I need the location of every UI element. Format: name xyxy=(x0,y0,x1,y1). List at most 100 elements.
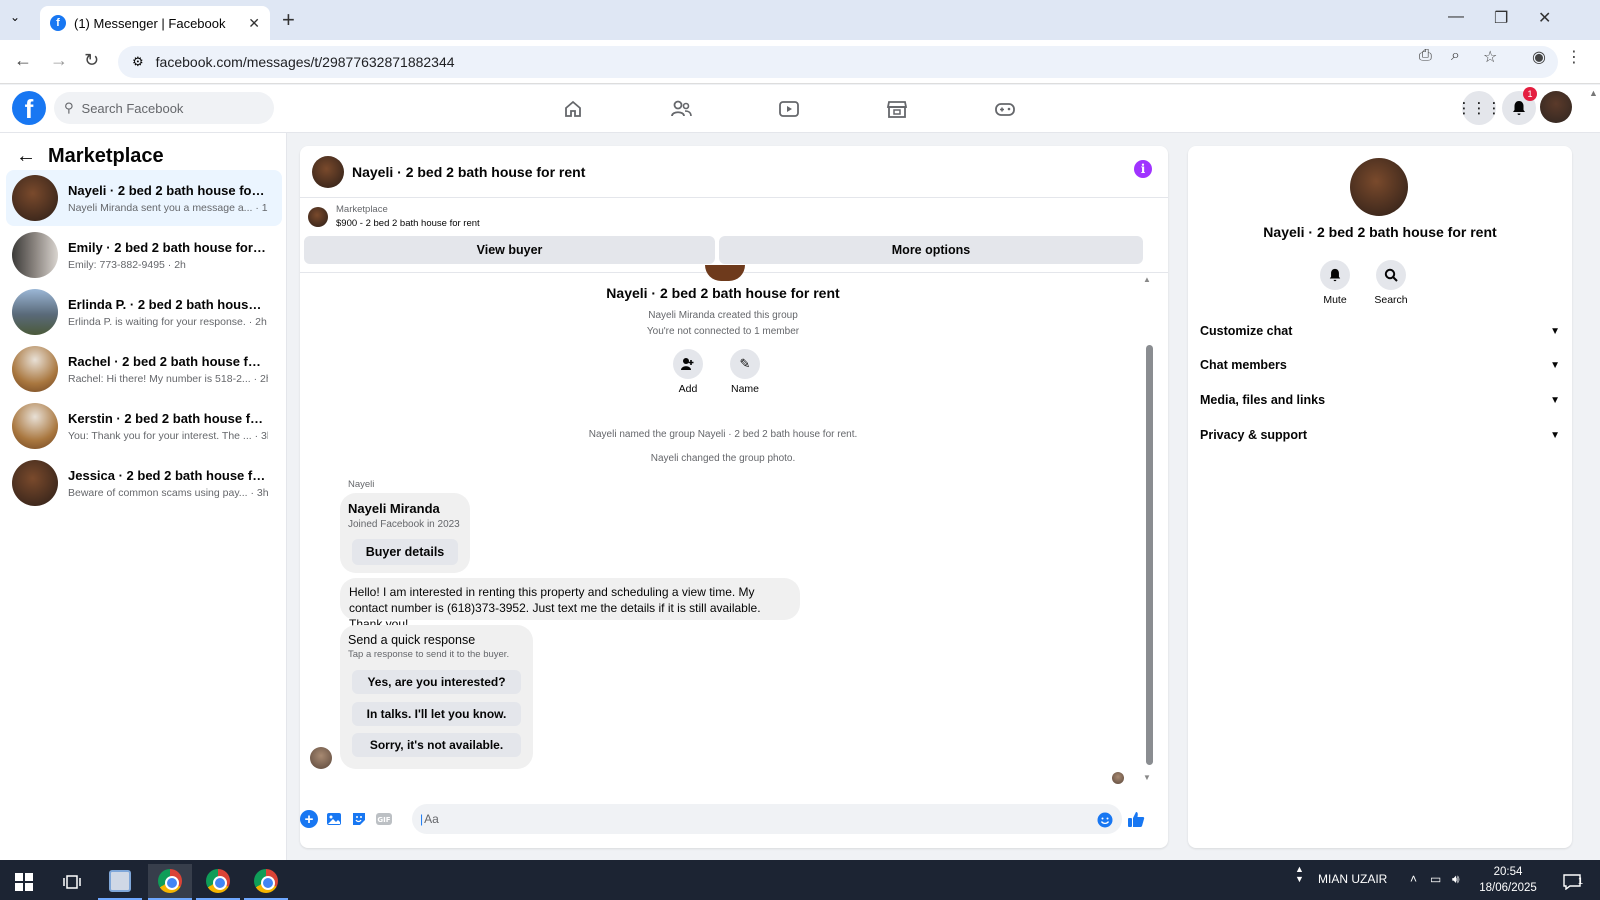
reload-icon[interactable]: ↻ xyxy=(84,50,99,71)
quick-response-yes-button[interactable]: Yes, are you interested? xyxy=(352,670,521,694)
taskbar-scroll-icon[interactable]: ▲ ▼ xyxy=(1295,864,1304,884)
new-tab-icon[interactable]: + xyxy=(282,7,295,33)
add-person-icon[interactable] xyxy=(673,349,703,379)
action-center-icon[interactable]: 1 xyxy=(1550,864,1594,900)
search-in-chat-icon[interactable] xyxy=(1376,260,1406,290)
action-center-count: 1 xyxy=(1578,876,1584,886)
quick-response-sorry-button[interactable]: Sorry, it's not available. xyxy=(352,733,521,757)
view-buyer-button[interactable]: View buyer xyxy=(304,236,715,264)
clock-time: 20:54 xyxy=(1493,866,1523,878)
message-input[interactable]: | Aa xyxy=(412,804,1122,834)
conversation-item-kerstin[interactable]: Kerstin · 2 bed 2 bath house for rent You… xyxy=(6,398,282,454)
scroll-up-icon[interactable]: ▲ xyxy=(1143,275,1151,284)
chrome-taskbar-icon[interactable] xyxy=(196,864,240,900)
thread-scrollbar[interactable]: ▲ ▼ xyxy=(1143,273,1155,793)
task-view-icon[interactable] xyxy=(50,864,94,900)
gif-icon[interactable]: GIF xyxy=(375,810,393,828)
conversation-item-erlinda[interactable]: Erlinda P. · 2 bed 2 bath house for ... E… xyxy=(6,284,282,340)
chat-title[interactable]: Nayeli · 2 bed 2 bath house for rent xyxy=(352,164,585,180)
sticker-icon[interactable] xyxy=(350,810,368,828)
gaming-icon[interactable] xyxy=(990,95,1020,123)
scrollbar-thumb[interactable] xyxy=(1146,345,1153,765)
bookmark-star-icon[interactable]: ☆ xyxy=(1483,47,1497,67)
seen-receipt-avatar xyxy=(1112,772,1124,784)
conversation-item-emily[interactable]: Emily · 2 bed 2 bath house for rent Emily… xyxy=(6,227,282,283)
page-scrollbar[interactable]: ▲ xyxy=(1587,88,1600,848)
emoji-icon[interactable] xyxy=(1096,811,1114,829)
windows-taskbar: ▲ ▼ MIAN UZAIR ˄ ▭ 🔊︎ 20:54 18/06/2025 1 xyxy=(0,860,1600,900)
thumbs-up-icon[interactable] xyxy=(1126,809,1146,829)
conversation-name: Erlinda P. · 2 bed 2 bath house for ... xyxy=(68,296,268,312)
edit-name-pencil-icon[interactable]: ✎ xyxy=(730,349,760,379)
buyer-profile-card: Nayeli Miranda Joined Facebook in 2023 B… xyxy=(340,493,470,573)
media-files-links-row[interactable]: Media, files and links ▼ xyxy=(1200,385,1560,415)
sidebar-title: Marketplace xyxy=(48,145,164,167)
close-window-icon[interactable]: ✕ xyxy=(1538,8,1551,28)
close-tab-icon[interactable]: ✕ xyxy=(248,15,260,32)
privacy-support-row[interactable]: Privacy & support ▼ xyxy=(1200,420,1560,450)
profile-icon[interactable]: ◉ xyxy=(1532,47,1546,67)
taskbar-clock[interactable]: 20:54 18/06/2025 xyxy=(1478,864,1538,896)
network-icon[interactable]: ▭ xyxy=(1430,872,1441,886)
forward-icon[interactable]: → xyxy=(50,50,68,71)
conversation-name: Nayeli · 2 bed 2 bath house for rent xyxy=(68,182,268,198)
back-arrow-icon[interactable]: ← xyxy=(16,145,36,168)
restore-icon[interactable]: ❐ xyxy=(1494,8,1508,28)
listing-summary[interactable]: Marketplace $900 - 2 bed 2 bath house fo… xyxy=(308,204,480,229)
account-avatar[interactable] xyxy=(1540,91,1572,123)
tab-search-icon[interactable]: ⌄ xyxy=(10,10,20,24)
photo-gallery-icon[interactable] xyxy=(325,810,343,828)
clock-date: 18/06/2025 xyxy=(1479,882,1537,894)
conversation-avatar xyxy=(12,232,58,278)
conversation-avatar xyxy=(12,346,58,392)
browser-tab-messenger[interactable]: f (1) Messenger | Facebook ✕ xyxy=(40,6,270,40)
back-icon[interactable]: ← xyxy=(14,50,32,71)
conversation-item-jessica[interactable]: Jessica · 2 bed 2 bath house for rent Bew… xyxy=(6,455,282,511)
site-settings-icon[interactable]: ⚙ xyxy=(132,54,144,70)
windows-start-icon[interactable] xyxy=(2,864,46,900)
conversation-item-rachel[interactable]: Rachel · 2 bed 2 bath house for rent Rach… xyxy=(6,341,282,397)
conversation-avatar xyxy=(12,460,58,506)
conversation-preview: Nayeli Miranda sent you a message a... ·… xyxy=(68,201,268,214)
customize-chat-row[interactable]: Customize chat ▼ xyxy=(1200,316,1560,346)
notification-count-badge: 1 xyxy=(1523,87,1537,101)
volume-icon[interactable]: 🔊︎ xyxy=(1452,872,1460,887)
plus-circle-icon[interactable]: + xyxy=(300,810,318,828)
facebook-search-input[interactable]: ⚲ Search Facebook xyxy=(54,92,274,124)
show-hidden-icons-icon[interactable]: ˄ xyxy=(1410,872,1417,886)
chevron-down-icon: ▼ xyxy=(1550,394,1560,406)
scroll-down-icon[interactable]: ▼ xyxy=(1143,773,1151,782)
home-icon[interactable] xyxy=(558,95,588,123)
url-bar[interactable]: ⚙ facebook.com/messages/t/29877632871882… xyxy=(118,46,1558,78)
friends-icon[interactable] xyxy=(666,95,696,123)
chrome-menu-icon[interactable]: ⋮ xyxy=(1566,47,1582,67)
mute-bell-icon[interactable] xyxy=(1320,260,1350,290)
chrome-taskbar-icon[interactable] xyxy=(148,864,192,900)
buyer-details-button[interactable]: Buyer details xyxy=(352,539,458,565)
svg-text:GIF: GIF xyxy=(377,816,390,824)
minimize-icon[interactable]: — xyxy=(1448,8,1464,26)
more-options-button[interactable]: More options xyxy=(719,236,1143,264)
video-icon[interactable] xyxy=(774,95,804,123)
details-avatar[interactable] xyxy=(1350,158,1408,216)
menu-grid-icon[interactable]: ⋮⋮⋮ xyxy=(1457,91,1502,125)
zoom-icon[interactable]: ⌕ xyxy=(1451,47,1460,65)
chat-avatar[interactable] xyxy=(312,155,344,188)
conversation-preview: You: Thank you for your interest. The ..… xyxy=(68,429,268,442)
conversation-name: Rachel · 2 bed 2 bath house for rent xyxy=(68,353,268,369)
chrome-taskbar-icon[interactable] xyxy=(244,864,288,900)
install-app-icon[interactable]: ⎙ xyxy=(1419,47,1432,65)
info-icon[interactable]: i xyxy=(1134,160,1152,178)
quick-response-title: Send a quick response xyxy=(348,633,476,647)
facebook-logo-icon[interactable]: f xyxy=(12,91,46,125)
conversation-item-nayeli[interactable]: Nayeli · 2 bed 2 bath house for rent Naye… xyxy=(6,170,282,226)
add-label: Add xyxy=(678,383,698,395)
taskbar-app-icon[interactable] xyxy=(98,864,142,900)
quick-response-card: Send a quick response Tap a response to … xyxy=(340,625,533,769)
quick-response-talks-button[interactable]: In talks. I'll let you know. xyxy=(352,702,521,726)
taskbar-user-name: MIAN UZAIR xyxy=(1318,872,1388,886)
marketplace-icon[interactable] xyxy=(882,95,912,123)
chat-members-row[interactable]: Chat members ▼ xyxy=(1200,350,1560,380)
marketplace-conversation-list: ← Marketplace Nayeli · 2 bed 2 bath hous… xyxy=(0,133,287,860)
browser-tab-strip: ⌄ f (1) Messenger | Facebook ✕ + — ❐ ✕ xyxy=(0,0,1600,40)
